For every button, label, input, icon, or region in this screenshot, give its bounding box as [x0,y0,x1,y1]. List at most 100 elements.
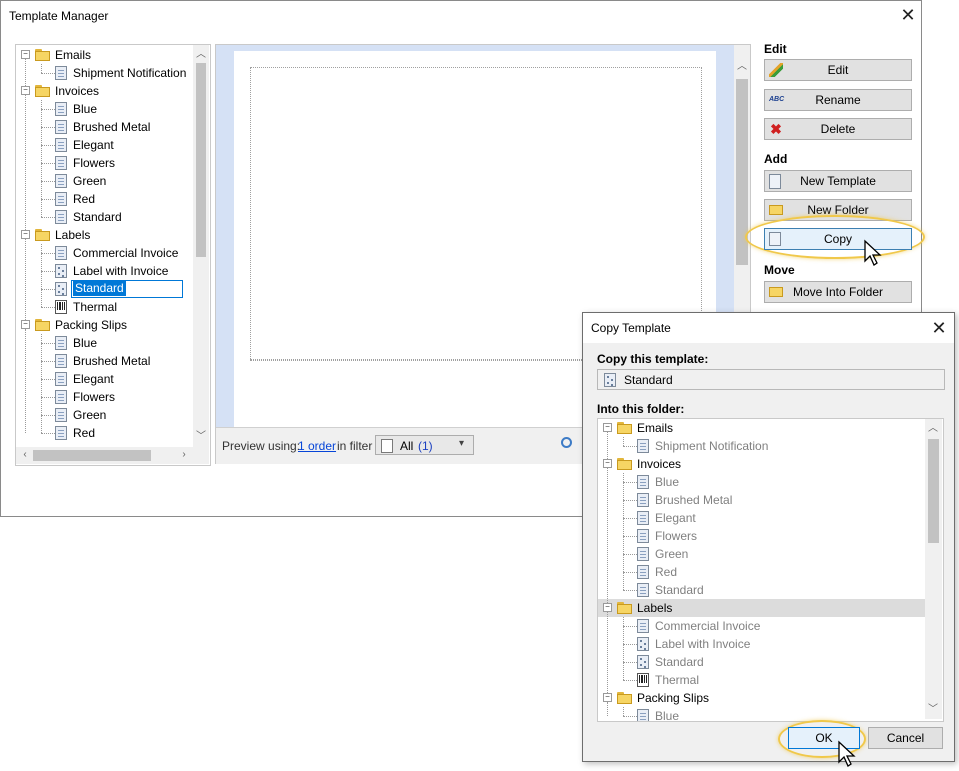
hscroll-thumb[interactable] [33,450,151,461]
copy-template-dialog: Copy Template ✕ Copy this template: Stan… [582,312,955,767]
tree-item-label: Standard [73,281,126,296]
tree-item[interactable]: Blue [16,100,193,118]
tree-item[interactable]: Shipment Notification [598,437,925,455]
tree-item[interactable]: Red [598,563,925,581]
tree-folder[interactable]: − Invoices [598,455,925,473]
tree-folder[interactable]: − Emails [598,419,925,437]
scroll-thumb[interactable] [196,63,206,257]
tree-item[interactable]: Blue [16,334,193,352]
tree-item[interactable]: Label with Invoice [598,635,925,653]
tree-item[interactable]: Red [16,424,193,442]
folder-scroll-thumb[interactable] [928,439,939,543]
collapse-toggle-icon[interactable]: − [603,423,612,432]
into-this-folder-label: Into this folder: [597,402,685,416]
filter-icon [381,439,393,453]
close-icon[interactable]: ✕ [898,5,918,25]
template-icon [55,102,67,116]
tree-item[interactable]: Flowers [16,388,193,406]
tree-item[interactable]: Brushed Metal [16,118,193,136]
tree-item[interactable]: Thermal [598,671,925,689]
scroll-left-icon[interactable]: ‹ [17,447,33,463]
collapse-toggle-icon[interactable]: − [21,50,30,59]
rename-button-label: Rename [815,93,861,107]
collapse-toggle-icon[interactable]: − [603,459,612,468]
tree-item-label: Labels [637,601,673,615]
tree-folder[interactable]: − Packing Slips [16,316,193,334]
tree-folder[interactable]: − Invoices [16,82,193,100]
folder-tree-scrollbar[interactable]: ︿ ﹀ [925,419,942,719]
delete-button[interactable]: ✖ Delete [764,118,912,140]
tree-connector [41,334,42,433]
template-icon [55,246,67,260]
tree-connector [41,253,55,254]
zoom-icon[interactable] [561,437,572,448]
tree-horizontal-scrollbar[interactable]: ‹ › [16,447,209,464]
tree-item[interactable]: Elegant [16,136,193,154]
tree-item[interactable]: Green [598,545,925,563]
edit-button[interactable]: Edit [764,59,912,81]
tree-item[interactable]: Commercial Invoice [16,244,193,262]
tree-item[interactable]: Blue [598,473,925,491]
collapse-toggle-icon[interactable]: − [603,603,612,612]
tree-item-label: Blue [73,102,98,116]
tree-item-label: Blue [655,709,680,722]
tree-item[interactable]: Elegant [598,509,925,527]
tree-connector [41,100,42,217]
tree-folder[interactable]: − Emails [16,46,193,64]
tree-item[interactable]: Brushed Metal [598,491,925,509]
tree-vertical-scrollbar[interactable]: ︿ ﹀ [193,45,209,447]
filter-select[interactable]: All (1) ▾ [375,435,474,455]
tree-item[interactable]: Standard [16,280,193,298]
tree-connector [41,415,55,416]
tree-connector [623,707,624,716]
dialog-close-icon[interactable]: ✕ [929,318,949,338]
collapse-toggle-icon[interactable]: − [21,230,30,239]
template-tree[interactable]: − Emails Shipment Notification − Invoices Blu… [15,44,211,466]
preview-using-label: Preview using: [222,439,301,453]
tree-item-label: Elegant [655,511,696,525]
folder-tree[interactable]: − Emails Shipment Notification − Invoices Blu… [597,418,944,722]
label-template-icon [604,373,616,387]
tree-item[interactable]: Blue [598,707,925,722]
order-link[interactable]: 1 order [298,439,336,453]
tree-folder[interactable]: − Packing Slips [598,689,925,707]
tree-item[interactable]: Standard [598,653,925,671]
tree-item-label: Red [73,192,96,206]
tree-item[interactable]: Green [16,172,193,190]
copy-button[interactable]: Copy [764,228,912,250]
tree-folder[interactable]: − Labels [598,599,925,617]
cancel-button[interactable]: Cancel [868,727,943,749]
template-icon [55,66,67,80]
tree-item[interactable]: Standard [16,208,193,226]
tree-item[interactable]: Commercial Invoice [598,617,925,635]
move-into-folder-button[interactable]: Move Into Folder [764,281,912,303]
tree-item[interactable]: Shipment Notification [16,64,193,82]
collapse-toggle-icon[interactable]: − [21,86,30,95]
folder-scroll-up-icon[interactable]: ︿ [925,421,941,437]
tree-item[interactable]: Red [16,190,193,208]
collapse-toggle-icon[interactable]: − [603,693,612,702]
tree-connector [623,437,624,446]
folder-scroll-down-icon[interactable]: ﹀ [925,702,941,718]
rename-button[interactable]: ABC Rename [764,89,912,111]
scroll-down-icon[interactable]: ﹀ [193,429,209,445]
tree-item[interactable]: Flowers [16,154,193,172]
tree-folder[interactable]: − Labels [16,226,193,244]
preview-scroll-up-icon[interactable]: ︿ [734,59,750,75]
tree-item[interactable]: Standard [598,581,925,599]
collapse-toggle-icon[interactable]: − [21,320,30,329]
tree-item[interactable]: Thermal [16,298,193,316]
tree-item[interactable]: Brushed Metal [16,352,193,370]
template-icon [637,709,649,721]
tree-connector [623,554,637,555]
tree-item[interactable]: Elegant [16,370,193,388]
tree-item[interactable]: Green [16,406,193,424]
folder-icon [35,85,51,97]
scroll-up-icon[interactable]: ︿ [193,47,209,63]
tree-connector [41,163,55,164]
tree-item[interactable]: Label with Invoice [16,262,193,280]
dialog-title: Copy Template [591,321,671,335]
tree-item[interactable]: Flowers [598,527,925,545]
scroll-right-icon[interactable]: › [176,447,192,463]
new-template-button[interactable]: New Template [764,170,912,192]
